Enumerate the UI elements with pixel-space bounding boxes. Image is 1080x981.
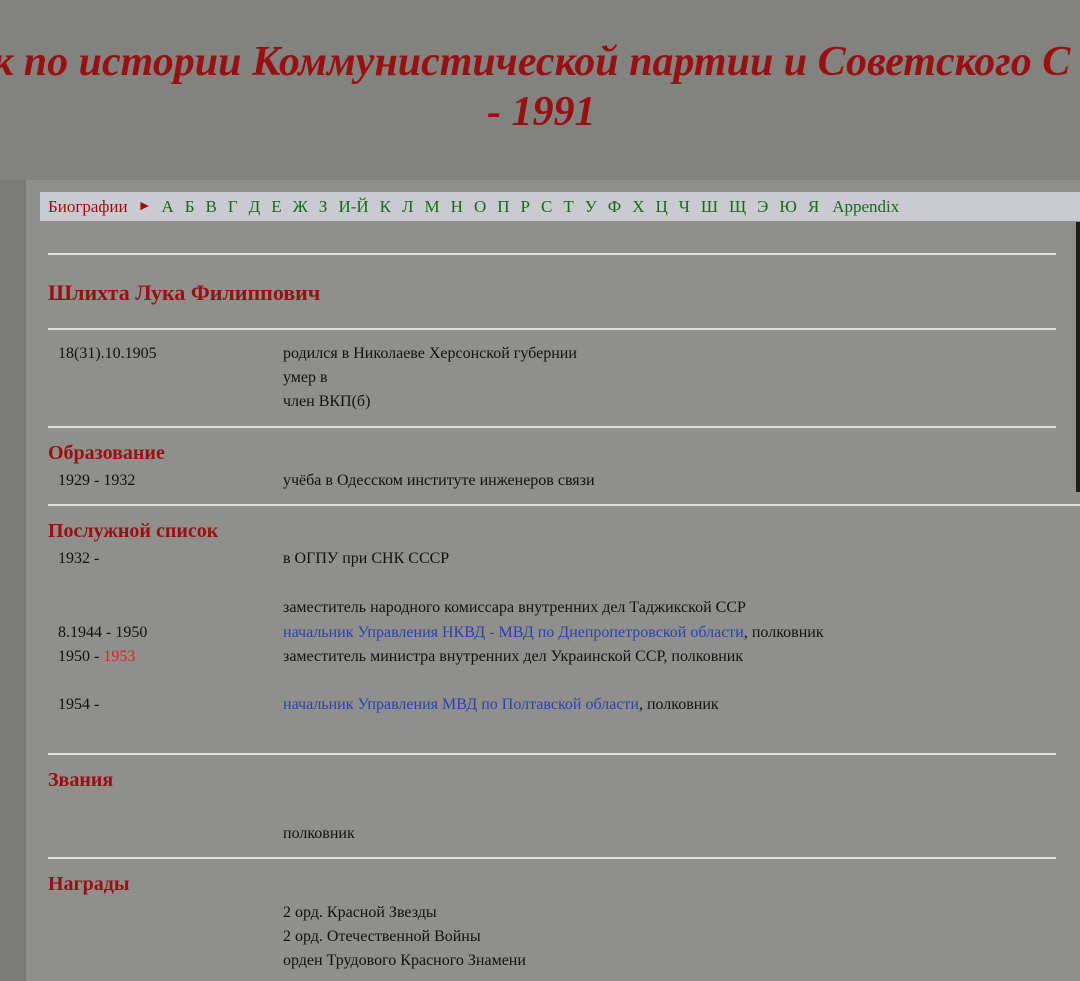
service-text-suffix: , полковник	[743, 624, 824, 641]
person-name: Шлихта Лука Филиппович	[48, 280, 321, 305]
nav-letter-yu[interactable]: Ю	[779, 197, 796, 217]
divider	[48, 753, 1056, 755]
service-date: 1954 -	[58, 696, 100, 713]
alphabet-nav: Биографии ► А Б В Г Д Е Ж З И-Й К Л М Н …	[40, 192, 1080, 221]
service-text: заместитель народного комиссара внутренн…	[283, 599, 746, 616]
rank-item: полковник	[283, 825, 355, 842]
awards-heading: Награды	[48, 873, 130, 895]
service-link-dnepropetrovsk[interactable]: начальник Управления НКВД - МВД по Днепр…	[283, 624, 744, 641]
education-text: учёба в Одесском институте инженеров свя…	[283, 472, 595, 489]
divider	[48, 426, 1056, 428]
nav-letter-ya[interactable]: Я	[808, 197, 819, 217]
left-margin-strip	[0, 180, 26, 981]
education-date: 1929 - 1932	[58, 472, 136, 489]
birth-place: родился в Николаеве Херсонской губернии	[283, 345, 577, 362]
service-date-start: 1950 -	[58, 648, 104, 665]
nav-letter-zh[interactable]: Ж	[293, 197, 308, 217]
service-text: в ОГПУ при СНК СССР	[283, 550, 450, 567]
award-item: орден Трудового Красного Знамени	[283, 952, 526, 969]
nav-biographies-link[interactable]: Биографии	[48, 197, 128, 217]
nav-letter-m[interactable]: М	[425, 197, 440, 217]
nav-letter-g[interactable]: Г	[228, 197, 238, 217]
service-date: 8.1944 - 1950	[58, 624, 148, 641]
nav-letter-v[interactable]: В	[206, 197, 217, 217]
page-header: к по истории Коммунистической партии и С…	[0, 0, 1080, 180]
service-text: заместитель министра внутренних дел Укра…	[283, 648, 744, 665]
divider	[48, 328, 1056, 330]
service-date-end: 1953	[103, 648, 136, 665]
nav-letter-t[interactable]: Т	[563, 197, 573, 217]
nav-letter-e[interactable]: Е	[271, 197, 281, 217]
nav-letter-sh[interactable]: Ш	[701, 197, 718, 217]
nav-appendix-link[interactable]: Appendix	[832, 197, 899, 217]
nav-letter-b[interactable]: Б	[185, 197, 195, 217]
service-text: начальник Управления МВД по Полтавской о…	[283, 696, 719, 714]
service-text-suffix: , полковник	[638, 696, 719, 713]
nav-letter-f[interactable]: Ф	[608, 197, 621, 217]
nav-letter-u[interactable]: У	[585, 197, 597, 217]
death-place: умер в	[283, 369, 328, 386]
ranks-heading: Звания	[48, 769, 114, 791]
page-title-line-2: - 1991	[487, 89, 596, 135]
nav-letter-s[interactable]: С	[541, 197, 552, 217]
nav-letter-l[interactable]: Л	[402, 197, 414, 217]
service-date: 1950 - 1953	[58, 648, 135, 666]
divider	[48, 857, 1056, 859]
page-title-line-1: к по истории Коммунистической партии и С…	[0, 39, 1071, 85]
nav-letter-z[interactable]: З	[319, 197, 328, 217]
award-item: 2 орд. Красной Звезды	[283, 904, 437, 921]
nav-letter-ts[interactable]: Ц	[655, 197, 667, 217]
nav-letter-shch[interactable]: Щ	[729, 197, 746, 217]
birth-date: 18(31).10.1905	[58, 345, 157, 362]
nav-letter-eh[interactable]: Э	[757, 197, 768, 217]
nav-letter-n[interactable]: Н	[451, 197, 463, 217]
service-link-poltava[interactable]: начальник Управления МВД по Полтавской о…	[283, 696, 639, 713]
divider	[48, 504, 1080, 506]
service-date: 1932 -	[58, 550, 100, 567]
nav-letter-d[interactable]: Д	[249, 197, 261, 217]
education-heading: Образование	[48, 442, 165, 464]
nav-letter-p[interactable]: П	[497, 197, 509, 217]
nav-letter-r[interactable]: Р	[521, 197, 530, 217]
nav-letter-ch[interactable]: Ч	[679, 197, 690, 217]
nav-letter-k[interactable]: К	[380, 197, 391, 217]
nav-letter-i[interactable]: И-Й	[338, 197, 368, 217]
service-heading: Послужной список	[48, 520, 219, 542]
scrollbar[interactable]	[1076, 222, 1080, 492]
nav-arrow-icon: ►	[137, 198, 152, 214]
nav-letter-a[interactable]: А	[161, 197, 173, 217]
divider	[48, 253, 1056, 255]
service-text: начальник Управления НКВД - МВД по Днепр…	[283, 624, 824, 642]
nav-letter-kh[interactable]: Х	[632, 197, 644, 217]
party-membership: член ВКП(б)	[283, 393, 371, 410]
award-item: 2 орд. Отечественной Войны	[283, 928, 481, 945]
nav-letter-o[interactable]: О	[474, 197, 486, 217]
